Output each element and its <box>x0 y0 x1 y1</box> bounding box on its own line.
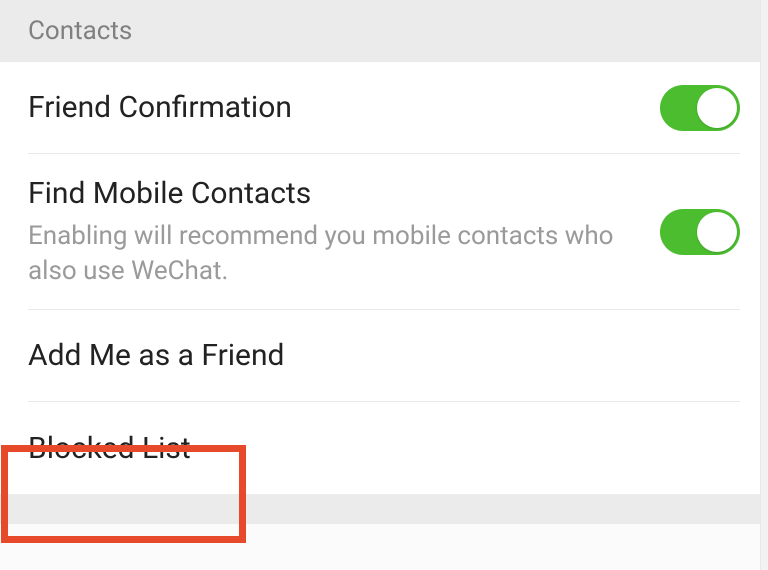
row-add-me-as-friend[interactable]: Add Me as a Friend <box>28 310 740 402</box>
settings-list: Friend Confirmation Find Mobile Contacts… <box>0 62 768 494</box>
toggle-friend-confirmation[interactable] <box>660 85 740 131</box>
row-content: Add Me as a Friend <box>28 316 740 395</box>
toggle-knob-icon <box>697 88 737 128</box>
row-content: Blocked List <box>28 409 740 488</box>
row-content: Find Mobile Contacts Enabling will recom… <box>28 154 660 309</box>
row-content: Friend Confirmation <box>28 68 660 147</box>
row-title: Add Me as a Friend <box>28 336 740 375</box>
row-find-mobile-contacts[interactable]: Find Mobile Contacts Enabling will recom… <box>28 154 740 310</box>
right-edge-gutter <box>760 0 768 570</box>
row-blocked-list[interactable]: Blocked List <box>28 402 740 494</box>
section-header-label: Contacts <box>28 16 132 46</box>
row-title: Find Mobile Contacts <box>28 174 660 213</box>
row-title: Blocked List <box>28 429 740 468</box>
toggle-find-mobile-contacts[interactable] <box>660 209 740 255</box>
row-title: Friend Confirmation <box>28 88 660 127</box>
bottom-spacer <box>0 494 768 524</box>
toggle-knob-icon <box>697 212 737 252</box>
row-description: Enabling will recommend you mobile conta… <box>28 219 660 289</box>
row-friend-confirmation[interactable]: Friend Confirmation <box>28 62 740 154</box>
section-header-contacts: Contacts <box>0 0 768 62</box>
